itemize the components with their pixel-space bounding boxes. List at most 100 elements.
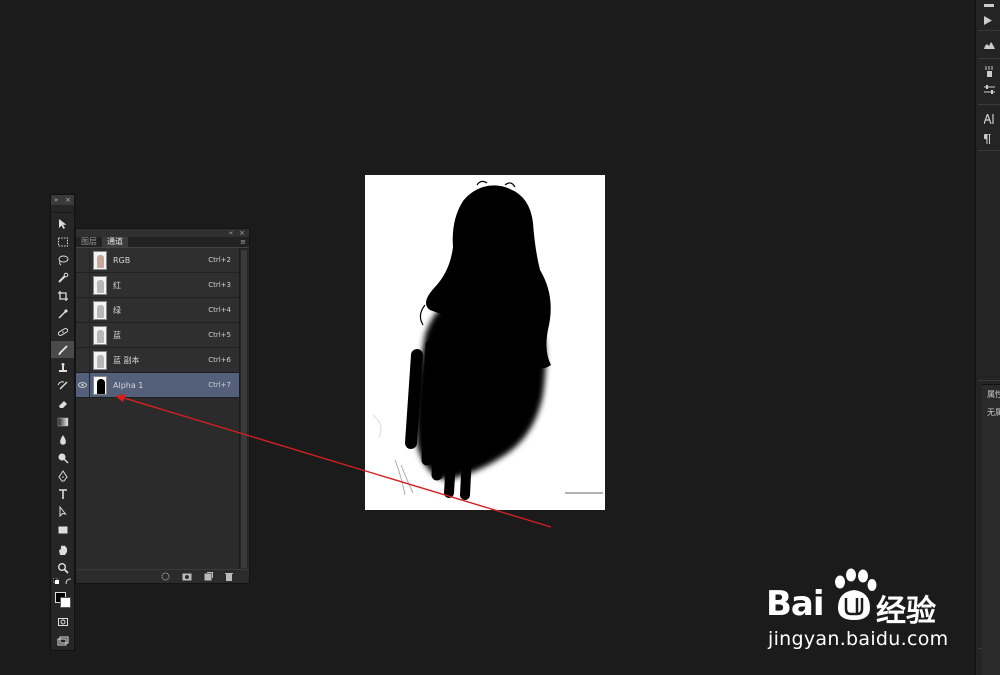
- swap-colors-icon[interactable]: [65, 578, 72, 585]
- background-color-swatch[interactable]: [60, 597, 71, 608]
- channels-panel: « × 图层 通道 ≡ RGB Ctrl+2 红 Ctrl+3 绿 Ctrl+4: [75, 228, 250, 584]
- quick-selection-tool[interactable]: [51, 269, 74, 286]
- channel-shortcut: Ctrl+3: [208, 281, 231, 289]
- channel-thumbnail: [93, 375, 107, 395]
- visibility-toggle[interactable]: [76, 373, 90, 397]
- tools-grip[interactable]: [51, 205, 74, 213]
- paragraph-button[interactable]: [983, 133, 998, 147]
- tab-layers[interactable]: 图层: [76, 237, 102, 247]
- gradient-tool[interactable]: [51, 413, 74, 430]
- marquee-tool[interactable]: [51, 233, 74, 250]
- channel-list: RGB Ctrl+2 红 Ctrl+3 绿 Ctrl+4 蓝 Ctrl+5 蓝 …: [76, 248, 239, 398]
- path-selection-icon: [59, 505, 67, 517]
- close-icon[interactable]: ×: [65, 195, 71, 205]
- magnifier-icon: [57, 562, 69, 574]
- pen-tool[interactable]: [51, 467, 74, 484]
- eyedropper-tool[interactable]: [51, 305, 74, 322]
- type-tool[interactable]: [51, 485, 74, 502]
- panel-scrollbar[interactable]: [239, 248, 248, 568]
- pen-icon: [57, 469, 68, 481]
- dodge-tool[interactable]: [51, 449, 74, 466]
- gradient-icon: [57, 417, 68, 426]
- eraser-tool[interactable]: [51, 395, 74, 412]
- history-brush-tool[interactable]: [51, 377, 74, 394]
- tab-channels[interactable]: 通道: [102, 237, 128, 247]
- load-selection-icon[interactable]: [161, 572, 170, 581]
- properties-panel-status: 无属: [987, 408, 1000, 417]
- default-colors-icon[interactable]: [53, 578, 59, 584]
- collapse-icon[interactable]: »: [54, 195, 58, 205]
- channel-row-alpha-1[interactable]: Alpha 1 Ctrl+7: [76, 373, 239, 398]
- panel-button-1[interactable]: [984, 2, 998, 11]
- new-channel-icon[interactable]: [204, 572, 213, 581]
- channels-panel-header: « ×: [76, 229, 249, 237]
- channel-row-red[interactable]: 红 Ctrl+3: [76, 273, 239, 298]
- collapse-icon[interactable]: «: [229, 229, 233, 237]
- visibility-toggle[interactable]: [76, 273, 90, 297]
- brush-icon: [58, 344, 68, 355]
- screen-mode-button[interactable]: [51, 632, 74, 649]
- channel-shortcut: Ctrl+5: [208, 331, 231, 339]
- actions-button[interactable]: [984, 16, 998, 28]
- visibility-toggle[interactable]: [76, 248, 90, 272]
- blur-tool[interactable]: [51, 431, 74, 448]
- channel-thumbnail: [93, 300, 107, 320]
- eye-icon: [78, 382, 87, 388]
- trash-icon[interactable]: [225, 572, 233, 581]
- quick-selection-icon: [57, 272, 68, 283]
- panel-tabs: 图层 通道 ≡: [76, 237, 249, 248]
- visibility-toggle[interactable]: [76, 323, 90, 347]
- tools-panel-header: » ×: [51, 195, 74, 205]
- crop-tool[interactable]: [51, 287, 74, 304]
- eyedropper-icon: [58, 308, 68, 318]
- document-canvas[interactable]: [365, 175, 605, 510]
- adjustments-button[interactable]: [984, 84, 998, 98]
- channel-row-rgb[interactable]: RGB Ctrl+2: [76, 248, 239, 273]
- rectangle-tool[interactable]: [51, 521, 74, 538]
- stamp-icon: [58, 362, 67, 372]
- channel-shortcut: Ctrl+6: [208, 356, 231, 364]
- histogram-button[interactable]: [984, 40, 998, 52]
- lasso-tool[interactable]: [51, 251, 74, 268]
- channel-thumbnail: [93, 275, 107, 295]
- quick-mask-button[interactable]: [51, 613, 74, 630]
- save-selection-icon[interactable]: [182, 573, 192, 581]
- channel-row-blue[interactable]: 蓝 Ctrl+5: [76, 323, 239, 348]
- crop-icon: [57, 290, 68, 301]
- properties-panel-title[interactable]: 属性: [987, 389, 1000, 400]
- paw-logo: [835, 568, 877, 620]
- channel-row-green[interactable]: 绿 Ctrl+4: [76, 298, 239, 323]
- sliders-icon: [984, 85, 995, 94]
- move-icon: [58, 218, 66, 229]
- brush-presets-button[interactable]: [984, 66, 998, 80]
- close-icon[interactable]: ×: [239, 229, 245, 237]
- hand-tool[interactable]: [51, 541, 74, 558]
- alpha-channel-image: [365, 175, 605, 510]
- clone-stamp-tool[interactable]: [51, 359, 74, 376]
- panel-menu-icon[interactable]: ≡: [240, 238, 246, 246]
- paragraph-icon: [983, 133, 991, 144]
- swap-colors-row: [51, 576, 74, 586]
- channel-name: RGB: [113, 255, 131, 265]
- visibility-toggle[interactable]: [76, 298, 90, 322]
- visibility-toggle[interactable]: [76, 348, 90, 372]
- watermark-brand-right: 经验: [876, 594, 936, 629]
- rectangle-icon: [58, 526, 67, 533]
- history-brush-icon: [57, 380, 67, 389]
- path-selection-tool[interactable]: [51, 503, 74, 520]
- channel-shortcut: Ctrl+4: [208, 306, 231, 314]
- channel-name: 蓝 副本: [113, 355, 140, 365]
- zoom-tool[interactable]: [51, 559, 74, 576]
- channel-row-blue-copy[interactable]: 蓝 副本 Ctrl+6: [76, 348, 239, 373]
- channel-shortcut: Ctrl+7: [208, 381, 231, 389]
- channel-name: 红: [113, 280, 121, 290]
- brushes-icon: [985, 66, 993, 77]
- move-tool[interactable]: [51, 215, 74, 232]
- healing-brush-tool[interactable]: [51, 323, 74, 340]
- character-button[interactable]: [983, 112, 998, 126]
- dodge-icon: [58, 453, 69, 464]
- brush-tool[interactable]: [51, 341, 74, 358]
- character-icon: [983, 112, 994, 125]
- channel-name: 绿: [113, 305, 121, 315]
- eraser-icon: [58, 400, 67, 408]
